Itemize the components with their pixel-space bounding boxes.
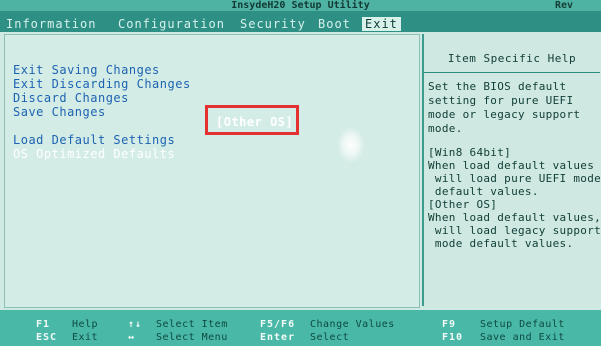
help-line: setting for pure UEFI: [428, 94, 574, 107]
title-bar: InsydeH20 Setup Utility Rev: [0, 0, 601, 11]
help-line: [Other OS]: [428, 198, 498, 211]
help-divider: [424, 72, 600, 73]
help-line: will load pure UEFI mode: [428, 172, 601, 185]
tab-configuration[interactable]: Configuration: [118, 17, 225, 31]
menu-item-discard-changes[interactable]: Discard Changes: [13, 91, 129, 105]
key-help-footer: F1 Help ESC Exit ↑↓ Select Item ↔ Select…: [0, 310, 601, 346]
key-f9: F9: [442, 319, 457, 330]
help-line: mode.: [428, 122, 463, 135]
key-f1: F1: [36, 319, 51, 330]
tab-security[interactable]: Security: [240, 17, 306, 31]
tab-boot[interactable]: Boot: [318, 17, 351, 31]
key-f9-desc: Setup Default: [480, 319, 565, 330]
key-enter: Enter: [260, 332, 296, 343]
key-up-down-desc: Select Item: [156, 319, 228, 330]
key-up-down: ↑↓: [128, 319, 143, 330]
menu-panel: Exit Saving Changes Exit Discarding Chan…: [4, 34, 420, 308]
help-line: When load default values,: [428, 211, 601, 224]
tab-exit[interactable]: Exit: [362, 17, 401, 31]
menu-item-os-optimized-defaults[interactable]: OS Optimized Defaults: [13, 147, 175, 161]
menu-item-exit-discarding-changes[interactable]: Exit Discarding Changes: [13, 77, 191, 91]
key-esc-desc: Exit: [72, 332, 99, 343]
key-f10-desc: Save and Exit: [480, 332, 565, 343]
help-title: Item Specific Help: [447, 52, 577, 65]
key-enter-desc: Select: [310, 332, 350, 343]
menu-item-exit-saving-changes[interactable]: Exit Saving Changes: [13, 63, 160, 77]
help-line: mode default values.: [428, 237, 574, 250]
os-optimized-defaults-value[interactable]: [Other OS]: [216, 115, 293, 129]
help-panel: Item Specific Help Set the BIOS default …: [422, 34, 601, 306]
help-line: default values.: [428, 185, 539, 198]
tab-bar: Information Configuration Security Boot …: [0, 11, 601, 32]
help-line: [Win8 64bit]: [428, 146, 512, 159]
key-left-right: ↔: [128, 332, 136, 343]
screen-glare: [338, 128, 364, 162]
app-title: InsydeH20 Setup Utility: [231, 0, 370, 11]
help-line: Set the BIOS default: [428, 80, 567, 93]
key-f10: F10: [442, 332, 464, 343]
menu-item-save-changes[interactable]: Save Changes: [13, 105, 106, 119]
key-f5-f6: F5/F6: [260, 319, 296, 330]
help-line: will load legacy support: [428, 224, 601, 237]
menu-item-load-default-settings[interactable]: Load Default Settings: [13, 133, 175, 147]
help-line: When load default values: [428, 159, 595, 172]
bios-screen: InsydeH20 Setup Utility Rev Information …: [0, 0, 601, 346]
revision-label: Rev: [554, 0, 573, 11]
help-line: mode or legacy support: [428, 108, 581, 121]
key-esc: ESC: [36, 332, 58, 343]
tab-information[interactable]: Information: [6, 17, 96, 31]
key-f1-desc: Help: [72, 319, 99, 330]
key-f5-f6-desc: Change Values: [310, 319, 395, 330]
key-left-right-desc: Select Menu: [156, 332, 228, 343]
